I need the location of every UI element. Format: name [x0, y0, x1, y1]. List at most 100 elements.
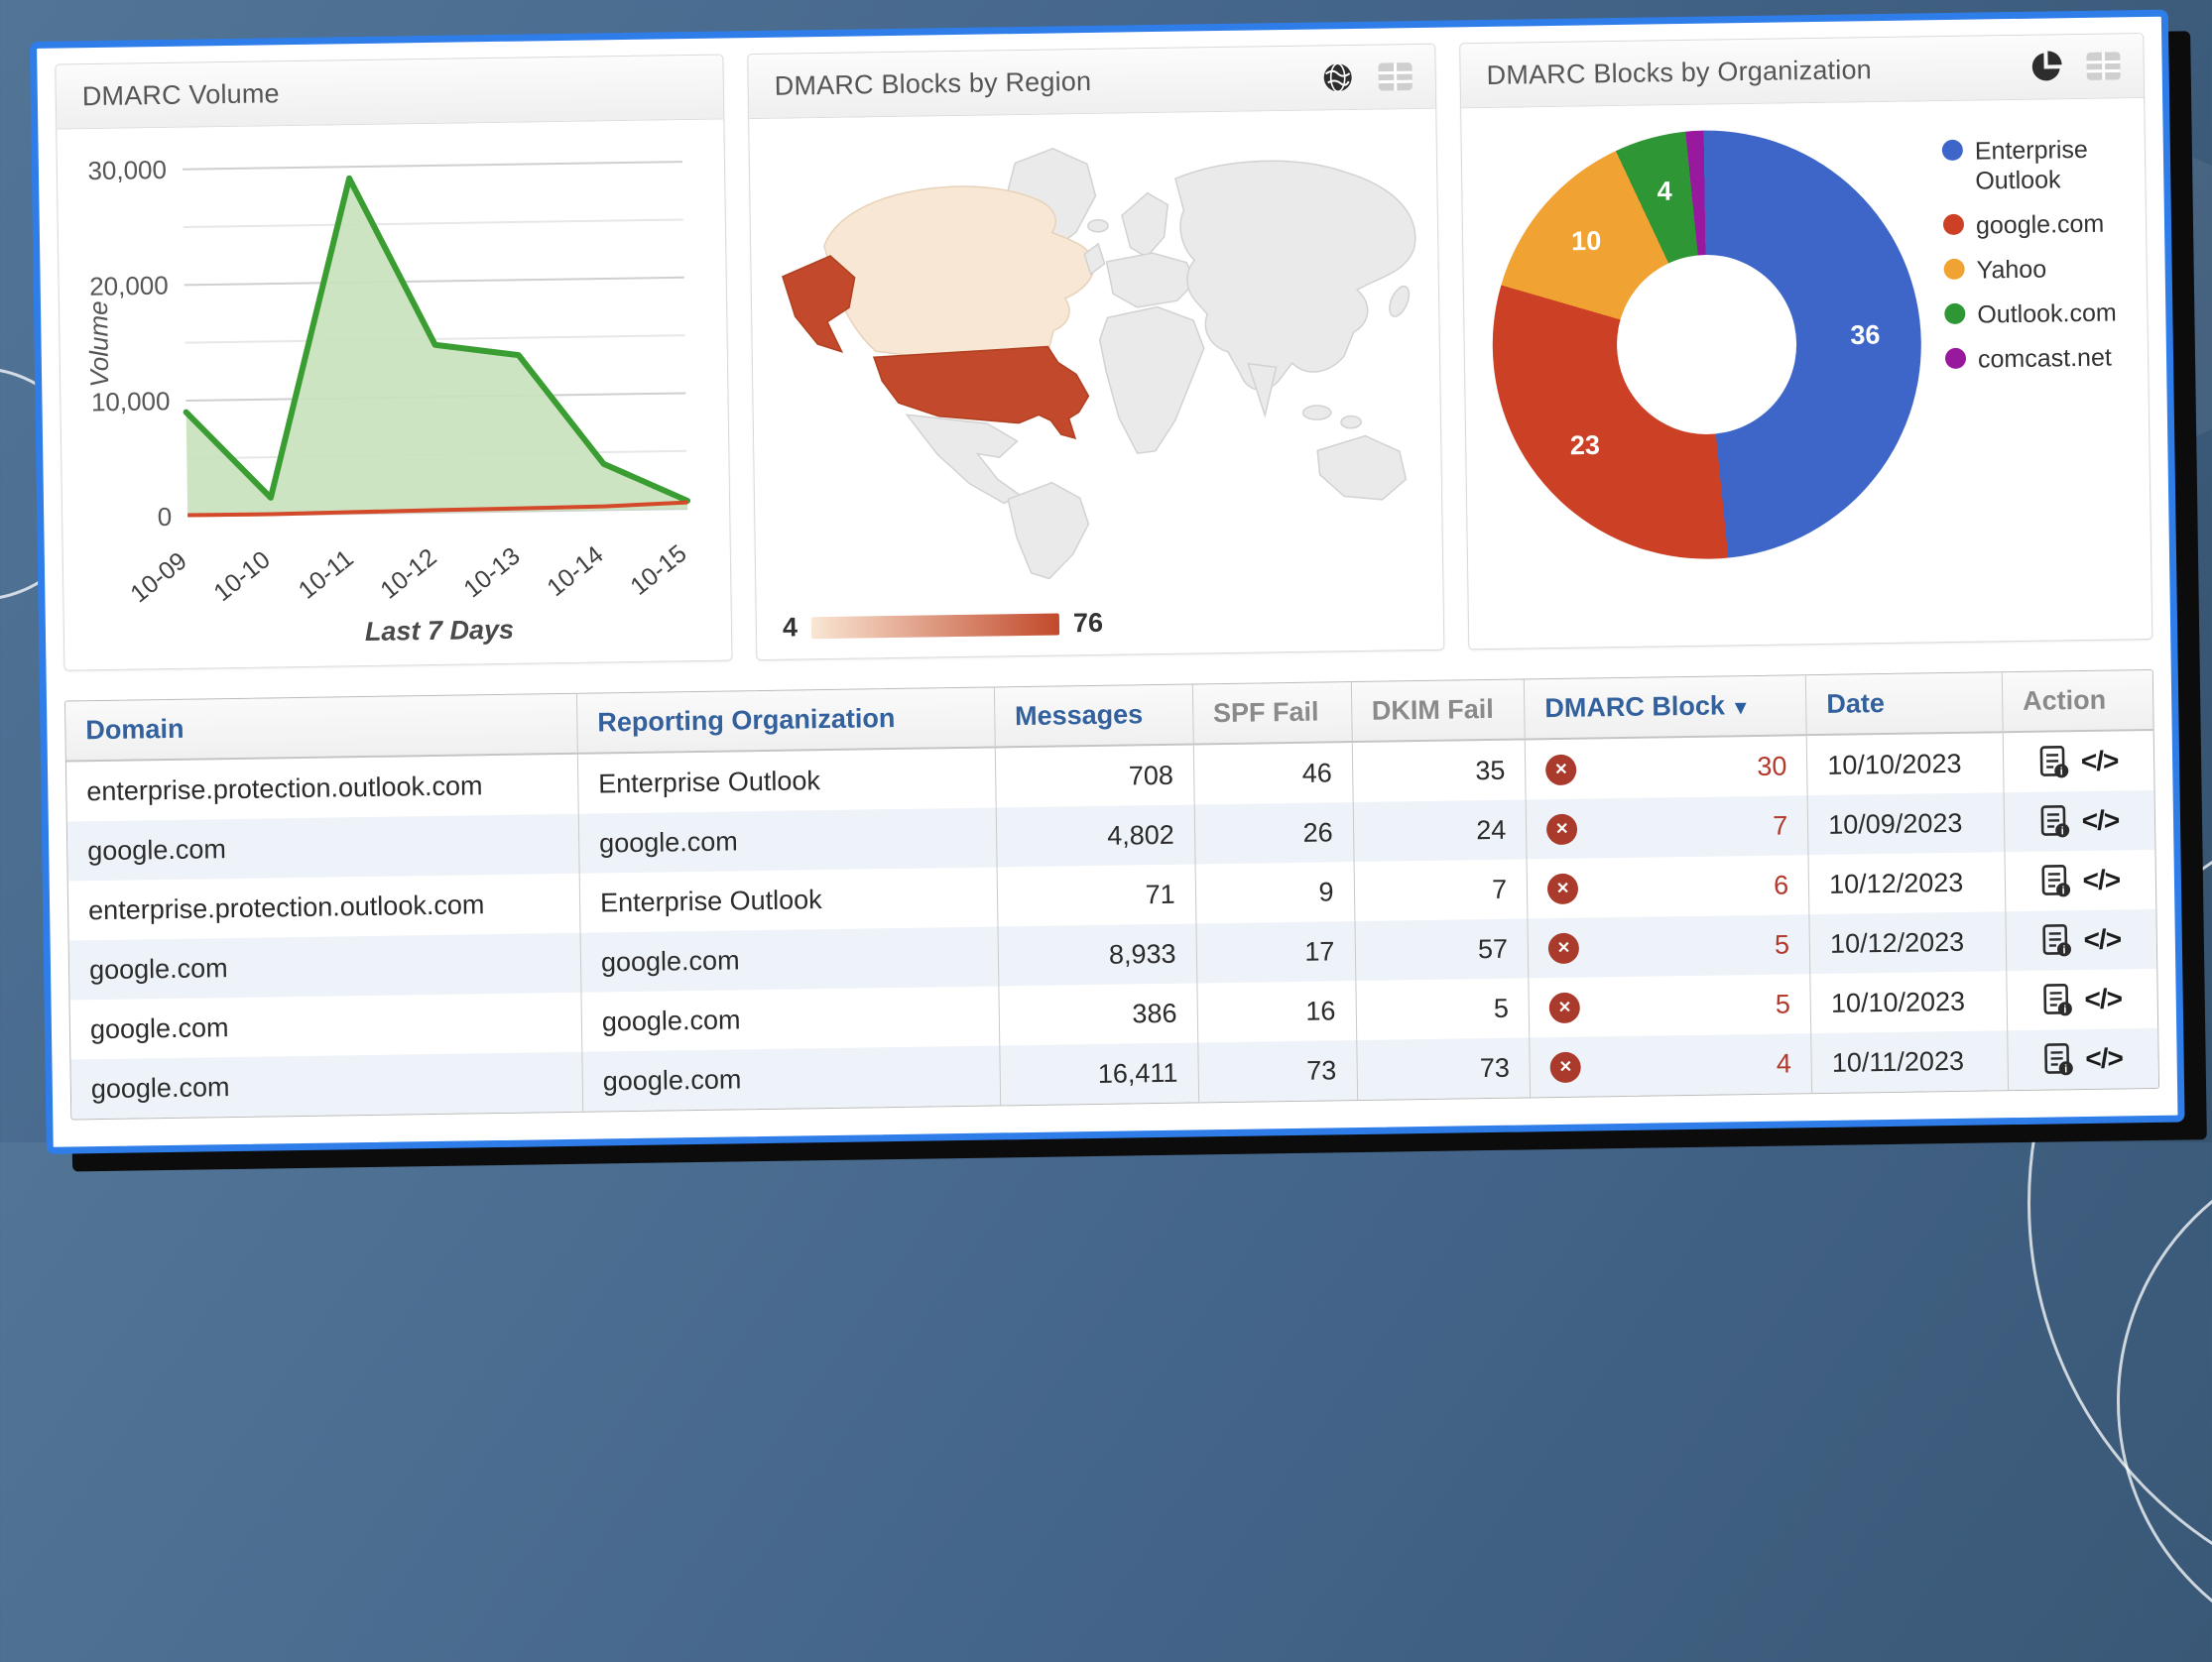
cell-dmarc-block: ✕30 — [1525, 735, 1807, 799]
report-details-icon[interactable]: i — [2039, 745, 2070, 778]
cell-messages: 8,933 — [998, 923, 1197, 986]
legend-item: google.com — [1943, 208, 2132, 241]
cell-dkim-fail: 35 — [1352, 739, 1527, 802]
column-header-domain[interactable]: Domain — [65, 694, 577, 762]
xml-source-icon[interactable]: </> — [2085, 1042, 2123, 1075]
table-icon[interactable] — [1377, 59, 1413, 95]
svg-text:10-15: 10-15 — [625, 539, 691, 601]
world-map-chart: 4 76 — [749, 109, 1443, 659]
report-details-icon[interactable]: i — [2042, 983, 2073, 1016]
column-header-messages[interactable]: Messages — [994, 684, 1193, 747]
dmarc-organization-title: DMARC Blocks by Organization — [1486, 55, 1872, 91]
map-colorbar: 4 76 — [783, 608, 1104, 644]
cell-domain: google.com — [70, 993, 582, 1060]
cell-messages: 16,411 — [1000, 1042, 1199, 1105]
legend-dot-icon — [1944, 303, 1965, 324]
legend-label: Outlook.com — [1977, 297, 2117, 329]
map-india — [1248, 363, 1277, 416]
colorbar-min-label: 4 — [783, 612, 798, 643]
cell-action: i </> — [2004, 790, 2154, 852]
svg-text:10-11: 10-11 — [294, 544, 359, 605]
map-scandinavia — [1122, 192, 1168, 257]
dmarc-report-table: Domain Reporting Organization Messages S… — [64, 669, 2159, 1121]
dmarc-volume-panel: DMARC Volume 010,00020,00030,00010-0910-… — [55, 55, 732, 671]
dashboard-frame: DMARC Volume 010,00020,00030,00010-0910-… — [30, 10, 2185, 1154]
map-south-america — [1008, 482, 1089, 579]
cell-dmarc-block: ✕5 — [1528, 914, 1810, 978]
cell-dmarc-block: ✕6 — [1527, 855, 1809, 918]
block-x-icon: ✕ — [1545, 754, 1576, 784]
svg-text:i: i — [2060, 825, 2063, 837]
legend-item: Enterprise Outlook — [1942, 134, 2132, 196]
svg-text:0: 0 — [158, 502, 173, 532]
xml-source-icon[interactable]: </> — [2083, 923, 2121, 956]
volume-area-chart: 010,00020,00030,00010-0910-1010-1110-121… — [64, 124, 717, 671]
column-header-reporting-organization[interactable]: Reporting Organization — [576, 687, 995, 753]
dmarc-volume-title: DMARC Volume — [82, 78, 280, 112]
block-count: 7 — [1773, 810, 1787, 841]
donut-value-label: 36 — [1850, 320, 1881, 351]
column-header-date[interactable]: Date — [1805, 672, 2003, 735]
map-australia — [1317, 435, 1407, 501]
dmarc-organization-panel: DMARC Blocks by Organization — [1459, 33, 2152, 650]
donut-chart-area: 3623104 Enterprise Outlook google.com — [1461, 98, 2151, 649]
cell-domain: enterprise.protection.outlook.com — [66, 754, 578, 822]
globe-icon[interactable] — [1319, 59, 1356, 96]
column-header-dmarc-block[interactable]: DMARC Block▼ — [1524, 675, 1806, 739]
cell-reporting-organization: Enterprise Outlook — [579, 867, 998, 932]
svg-text:i: i — [2061, 885, 2064, 896]
cell-domain: google.com — [67, 814, 579, 882]
report-details-icon[interactable]: i — [2041, 923, 2072, 957]
svg-text:Last 7 Days: Last 7 Days — [365, 615, 515, 647]
map-alaska[interactable] — [783, 256, 856, 353]
dmarc-organization-header: DMARC Blocks by Organization — [1460, 34, 2144, 108]
cell-domain: google.com — [70, 1052, 582, 1120]
colorbar-gradient — [811, 613, 1059, 639]
cell-action: i </> — [2006, 909, 2156, 971]
cell-dkim-fail: 73 — [1356, 1037, 1531, 1100]
cell-date: 10/12/2023 — [1809, 911, 2007, 974]
column-header-dkim-fail: DKIM Fail — [1351, 679, 1526, 742]
legend-label: comcast.net — [1978, 343, 2112, 375]
svg-text:30,000: 30,000 — [87, 155, 167, 185]
report-details-icon[interactable]: i — [2040, 804, 2071, 838]
report-details-icon[interactable]: i — [2040, 864, 2071, 897]
map-island — [1341, 416, 1361, 427]
donut-value-label: 10 — [1571, 226, 1602, 257]
xml-source-icon[interactable]: </> — [2082, 804, 2120, 837]
cell-domain: enterprise.protection.outlook.com — [68, 874, 580, 941]
dmarc-volume-chart: 010,00020,00030,00010-0910-1010-1110-121… — [57, 120, 731, 671]
svg-text:10-13: 10-13 — [458, 541, 525, 603]
block-x-icon: ✕ — [1546, 813, 1577, 844]
legend-item: comcast.net — [1945, 342, 2134, 375]
report-details-icon[interactable]: i — [2043, 1042, 2074, 1076]
xml-source-icon[interactable]: </> — [2084, 983, 2122, 1015]
world-map — [752, 115, 1439, 595]
xml-source-icon[interactable]: </> — [2081, 745, 2119, 777]
cell-reporting-organization: google.com — [580, 926, 999, 992]
pie-chart-icon[interactable] — [2028, 49, 2064, 85]
map-europe — [1106, 253, 1195, 308]
cell-action: i </> — [2008, 1028, 2158, 1090]
decorative-circle-right-small — [2117, 1140, 2212, 1662]
block-x-icon: ✕ — [1549, 992, 1580, 1022]
svg-text:10-14: 10-14 — [542, 540, 608, 602]
cell-spf-fail: 16 — [1197, 981, 1357, 1042]
map-asia — [1175, 159, 1417, 391]
svg-text:10-12: 10-12 — [375, 543, 441, 605]
cell-reporting-organization: google.com — [581, 986, 1000, 1051]
block-count: 5 — [1775, 929, 1789, 960]
cell-spf-fail: 73 — [1197, 1040, 1357, 1102]
table-icon[interactable] — [2085, 48, 2122, 84]
legend-item: Outlook.com — [1944, 297, 2133, 330]
cell-action: i </> — [2003, 730, 2153, 792]
map-indonesia — [1302, 406, 1330, 420]
cell-action: i </> — [2007, 969, 2157, 1030]
legend-dot-icon — [1945, 348, 1966, 369]
cell-spf-fail: 9 — [1195, 862, 1355, 923]
dmarc-volume-header: DMARC Volume — [56, 56, 723, 130]
xml-source-icon[interactable]: </> — [2082, 864, 2120, 896]
cell-reporting-organization: google.com — [582, 1045, 1001, 1111]
map-japan — [1386, 284, 1413, 319]
cell-messages: 4,802 — [996, 804, 1195, 867]
